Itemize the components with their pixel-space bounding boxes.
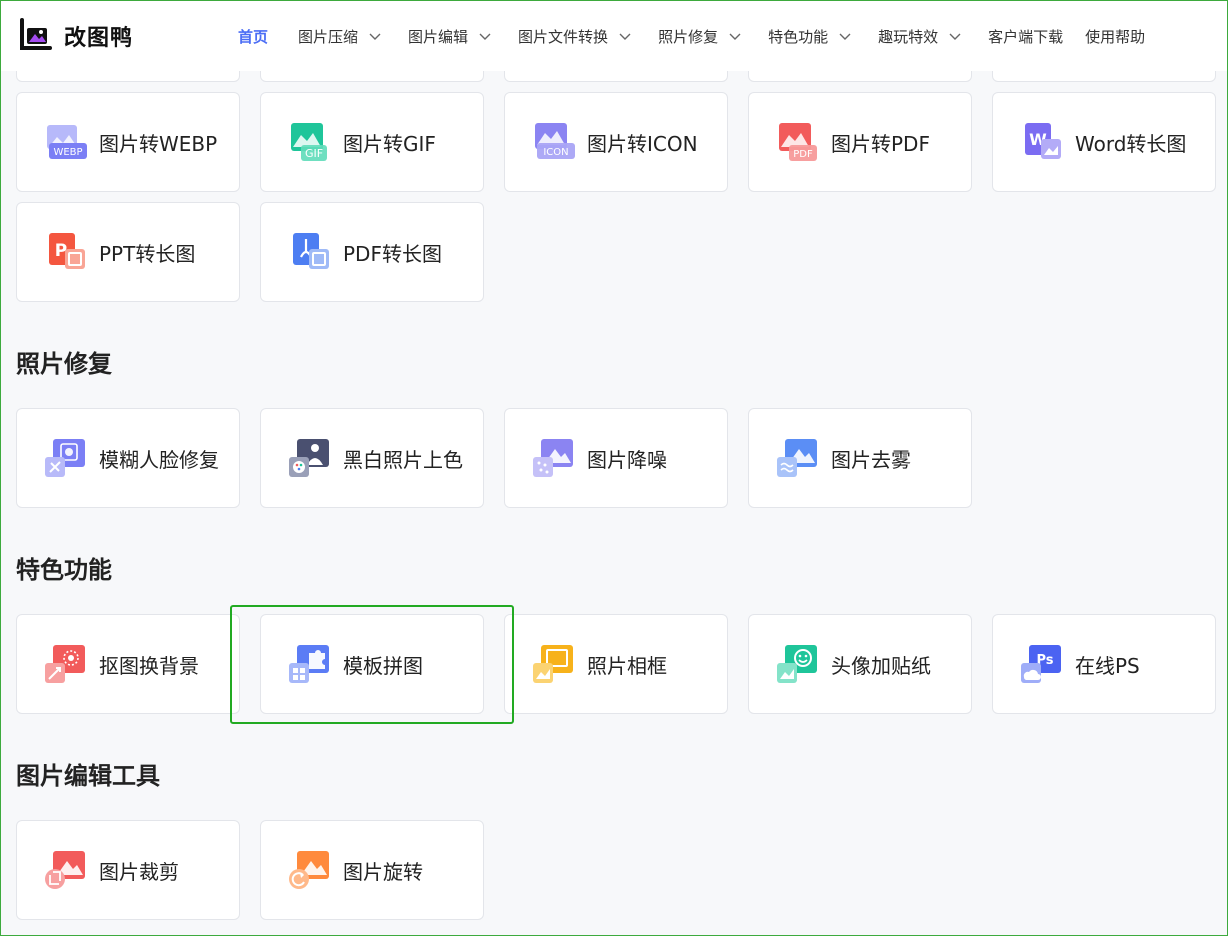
top-header: 改图鸭 首页 图片压缩 图片编辑 图片文件转换 照片修复 特色功能 趣玩特效 客… xyxy=(1,1,1227,71)
icon-format-icon: ICON xyxy=(535,123,575,159)
card-label: 图片转ICON xyxy=(587,131,698,156)
nav-help[interactable]: 使用帮助 xyxy=(1085,26,1145,47)
gif-icon: GIF xyxy=(291,123,327,161)
card-label: 头像加贴纸 xyxy=(831,653,931,678)
card-label: 图片去雾 xyxy=(831,447,911,472)
icon-badge: ICON xyxy=(543,147,568,158)
webp-badge: WEBP xyxy=(53,147,82,158)
face-repair-icon xyxy=(45,439,85,477)
card-to-icon[interactable]: ICON 图片转ICON xyxy=(504,92,728,192)
nav-compress-label: 图片压缩 xyxy=(298,27,359,46)
nav-convert[interactable]: 图片文件转换 xyxy=(518,26,632,47)
card-dehaze[interactable]: 图片去雾 xyxy=(748,408,972,508)
card-label: 图片转WEBP xyxy=(99,131,218,156)
pdf-long-icon xyxy=(293,233,329,269)
denoise-icon xyxy=(533,439,573,477)
sticker-icon xyxy=(777,645,817,683)
nav-home[interactable]: 首页 xyxy=(238,26,268,47)
card-label: 图片转GIF xyxy=(343,131,436,156)
card-rotate[interactable]: 图片旋转 xyxy=(260,820,484,920)
card-label: PDF转长图 xyxy=(343,241,442,266)
chevron-down-icon xyxy=(369,33,381,40)
crop-icon xyxy=(45,851,85,889)
card-crop[interactable]: 图片裁剪 xyxy=(16,820,240,920)
section-title-repair: 照片修复 xyxy=(16,350,112,378)
section-title-feature: 特色功能 xyxy=(16,556,112,584)
card-to-webp[interactable]: WEBP 图片转WEBP xyxy=(16,92,240,192)
frame-icon xyxy=(533,645,573,683)
nav-repair-label: 照片修复 xyxy=(658,27,719,46)
rotate-icon xyxy=(289,851,329,889)
nav-home-label: 首页 xyxy=(238,27,269,46)
card-label: Word转长图 xyxy=(1075,131,1187,156)
cutout-icon xyxy=(45,645,85,683)
card-label: 图片降噪 xyxy=(587,447,667,472)
card-word-long[interactable]: W Word转长图 xyxy=(992,92,1216,192)
card-label: 模糊人脸修复 xyxy=(99,447,219,472)
card-colorize[interactable]: 黑白照片上色 xyxy=(260,408,484,508)
gif-badge: GIF xyxy=(305,147,323,160)
chevron-down-icon xyxy=(839,33,851,40)
nav-feature-label: 特色功能 xyxy=(768,27,829,46)
nav-convert-label: 图片文件转换 xyxy=(518,27,609,46)
card-ppt-long[interactable]: P PPT转长图 xyxy=(16,202,240,302)
card-label: 图片裁剪 xyxy=(99,859,179,884)
chevron-down-icon xyxy=(729,33,741,40)
card-label: 图片转PDF xyxy=(831,131,930,156)
webp-icon: WEBP xyxy=(47,125,87,159)
card-label: 图片旋转 xyxy=(343,859,423,884)
pdf-badge: PDF xyxy=(793,149,813,160)
card-label: 黑白照片上色 xyxy=(343,447,463,472)
nav-edit-label: 图片编辑 xyxy=(408,27,469,46)
pdf-icon: PDF xyxy=(779,123,817,161)
card-photo-frame[interactable]: 照片相框 xyxy=(504,614,728,714)
chevron-down-icon xyxy=(479,33,491,40)
card-label: PPT转长图 xyxy=(99,241,196,266)
word-icon: W xyxy=(1025,123,1061,159)
nav-download[interactable]: 客户端下载 xyxy=(988,26,1063,47)
section-title-edit: 图片编辑工具 xyxy=(16,762,160,790)
card-cutout[interactable]: 抠图换背景 xyxy=(16,614,240,714)
selection-highlight xyxy=(230,605,514,724)
nav-feature[interactable]: 特色功能 xyxy=(768,26,852,47)
card-to-gif[interactable]: GIF 图片转GIF xyxy=(260,92,484,192)
dehaze-icon xyxy=(777,439,817,477)
card-face-repair[interactable]: 模糊人脸修复 xyxy=(16,408,240,508)
card-pdf-long[interactable]: PDF转长图 xyxy=(260,202,484,302)
nav-download-label: 客户端下载 xyxy=(988,27,1064,46)
card-online-ps[interactable]: Ps 在线PS xyxy=(992,614,1216,714)
ppt-icon: P xyxy=(49,233,85,269)
logo-icon xyxy=(16,18,52,54)
card-label: 照片相框 xyxy=(587,653,667,678)
nav-edit[interactable]: 图片编辑 xyxy=(408,26,492,47)
card-avatar-sticker[interactable]: 头像加贴纸 xyxy=(748,614,972,714)
card-label: 抠图换背景 xyxy=(99,653,199,678)
nav-fun-label: 趣玩特效 xyxy=(878,27,939,46)
nav-repair[interactable]: 照片修复 xyxy=(658,26,742,47)
colorize-icon xyxy=(289,439,329,477)
chevron-down-icon xyxy=(949,33,961,40)
brand[interactable]: 改图鸭 xyxy=(16,18,216,54)
card-denoise[interactable]: 图片降噪 xyxy=(504,408,728,508)
nav-help-label: 使用帮助 xyxy=(1085,27,1146,46)
chevron-down-icon xyxy=(619,33,631,40)
main-nav: 首页 图片压缩 图片编辑 图片文件转换 照片修复 特色功能 趣玩特效 客户端下载… xyxy=(226,26,1145,47)
ps-icon: Ps xyxy=(1021,645,1061,683)
nav-compress[interactable]: 图片压缩 xyxy=(298,26,382,47)
card-label: 在线PS xyxy=(1075,653,1140,678)
card-to-pdf[interactable]: PDF 图片转PDF xyxy=(748,92,972,192)
nav-fun[interactable]: 趣玩特效 xyxy=(878,26,962,47)
brand-name: 改图鸭 xyxy=(64,26,134,51)
